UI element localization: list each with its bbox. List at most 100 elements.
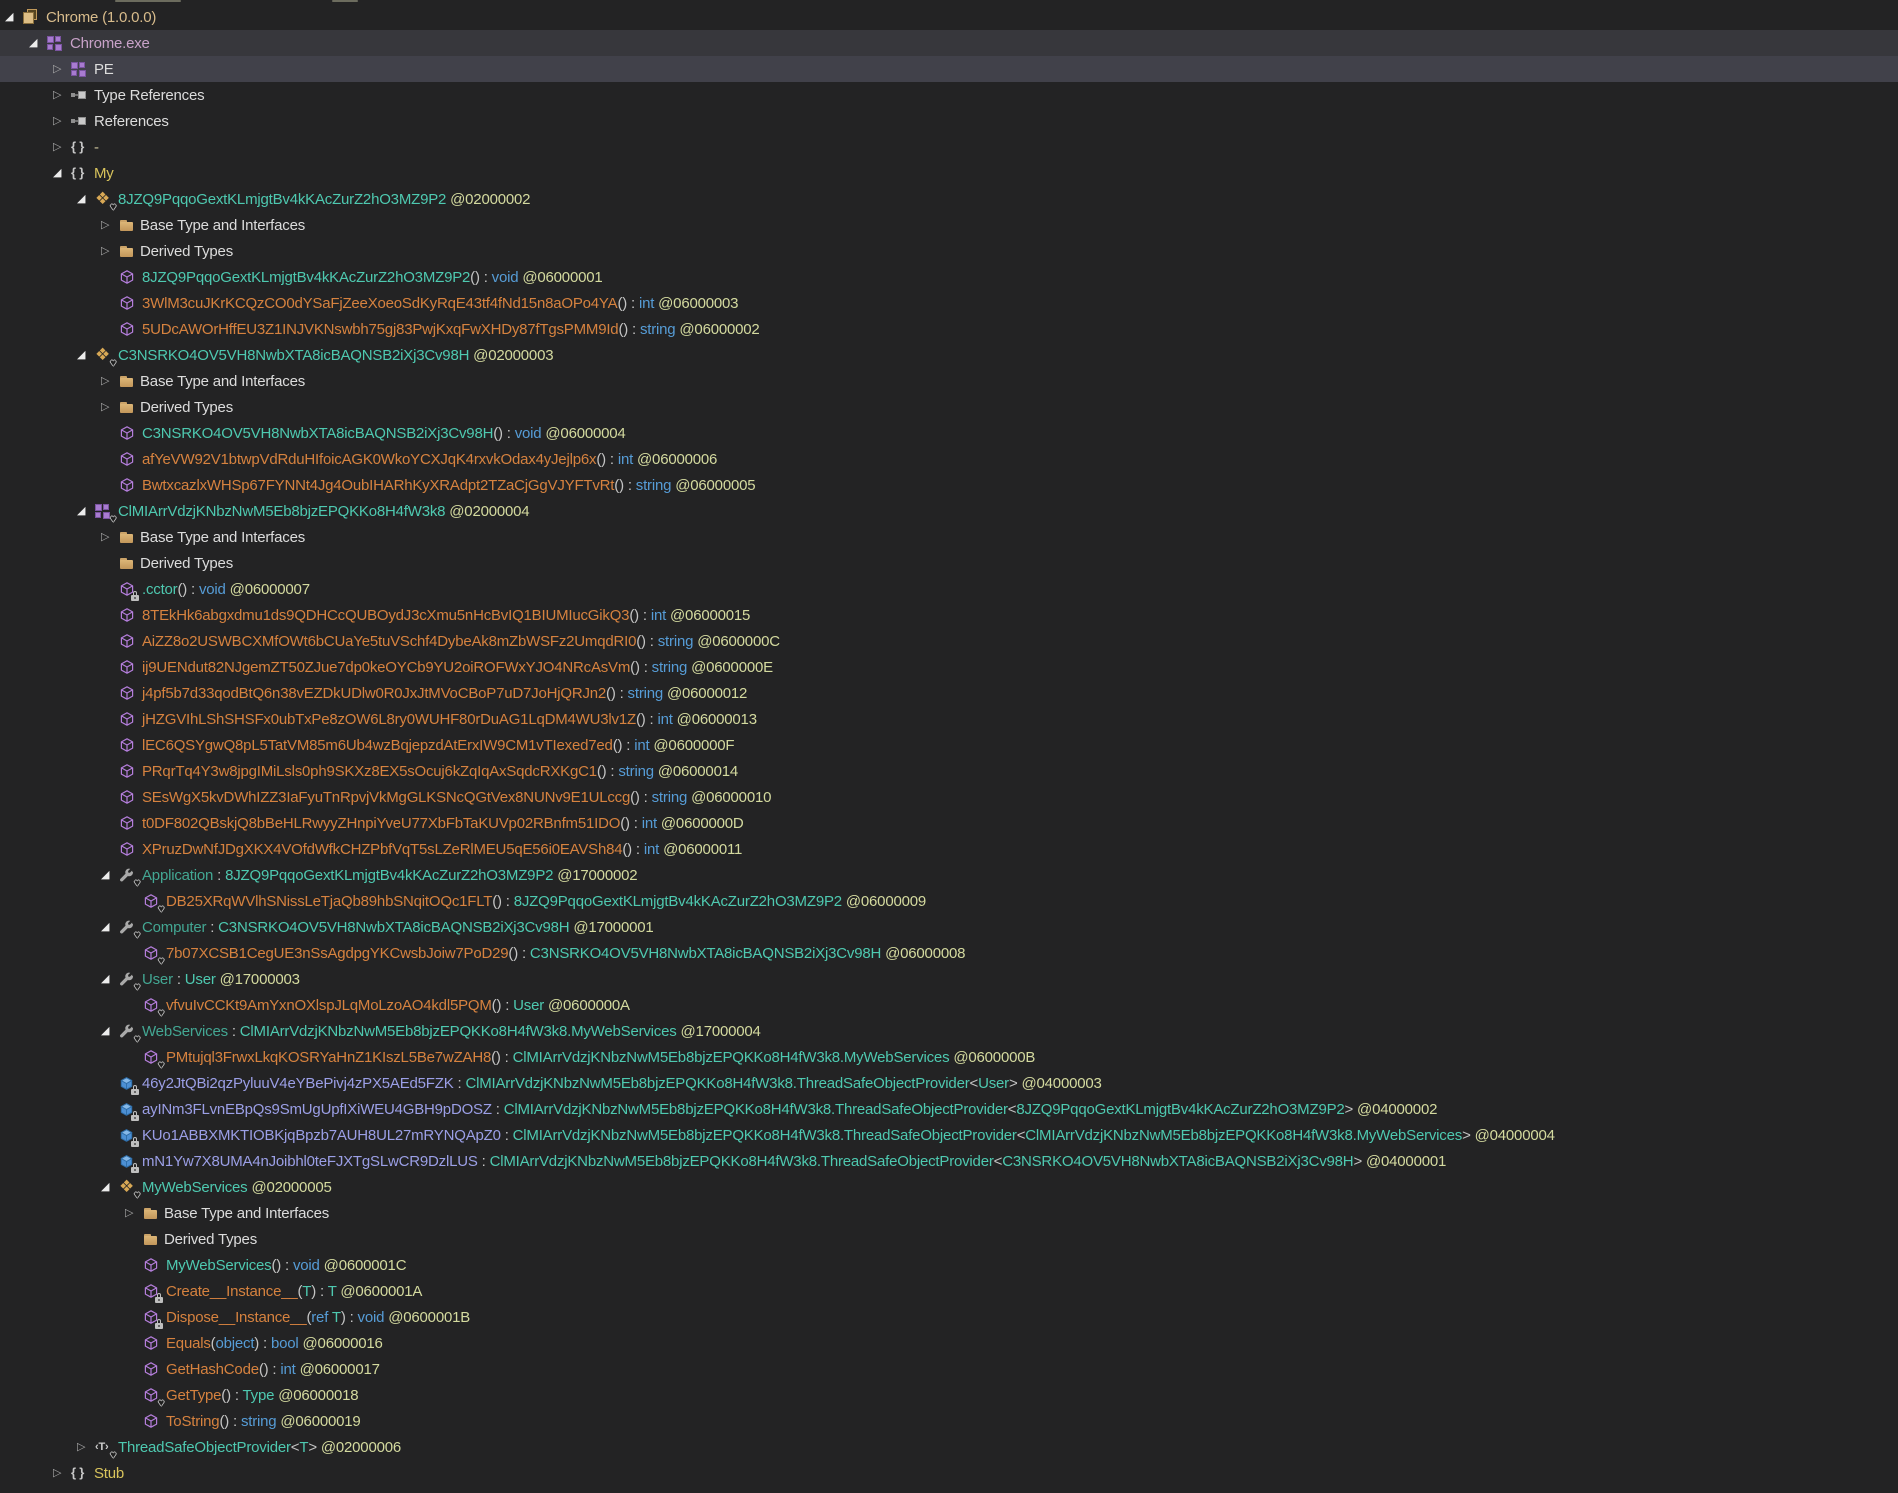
expander-closed-icon[interactable] [125, 1208, 143, 1219]
tree-item-method-getter-db25[interactable]: DB25XRqWVlhSNissLeTjaQb89hbSNqitOQc1FLT(… [0, 888, 1898, 914]
tree-item-method-sesw[interactable]: SEsWgX5kvDWhIZZ3IaFyuTnRpvjVkMgGLKSNcQGt… [0, 784, 1898, 810]
tree-item-method-aizz[interactable]: AiZZ8o2USWBCXMfOWt6bCUaYe5tuVSchf4DybeAk… [0, 628, 1898, 654]
row-label: Derived Types [140, 399, 233, 416]
method-icon [119, 841, 136, 857]
tree-item-field-mn1y[interactable]: mN1Yw7X8UMA4nJoibhl0teFJXTgSLwCR9DzlLUS … [0, 1148, 1898, 1174]
expander-closed-icon[interactable] [101, 246, 119, 257]
tree-item-method-getter-pmtu[interactable]: PMtujql3FrwxLkqKOSRYaHnZ1KIszL5Be7wZAH8(… [0, 1044, 1898, 1070]
tree-item-method-tostring[interactable]: ToString() : string @06000019 [0, 1408, 1898, 1434]
tree-item-references[interactable]: References [0, 108, 1898, 134]
tree-item-method-j4pf[interactable]: j4pf5b7d33qodBtQ6n38vEZDkUDlw0R0JxJtMVoC… [0, 680, 1898, 706]
row-label: Type References [94, 87, 204, 104]
tree-item-method-bwtx[interactable]: BwtxcazlxWHSp67FYNNt4Jg4OubIHARhKyXRAdpt… [0, 472, 1898, 498]
tree-item-method-afye[interactable]: afYeVW92V1btwpVdRduHIfoicAGK0WkoYCXJqK4r… [0, 446, 1898, 472]
tree-item-assembly-chrome[interactable]: Chrome (1.0.0.0) [0, 4, 1898, 30]
tree-item-namespace-empty[interactable]: - [0, 134, 1898, 160]
tree-item-method-ctor-mywebservices[interactable]: MyWebServices() : void @0600001C [0, 1252, 1898, 1278]
tree-item-method-3wlm3[interactable]: 3WlM3cuJKrKCQzCO0dYSaFjZeeXoeoSdKyRqE43t… [0, 290, 1898, 316]
assembly-explorer: Chrome (1.0.0.0) Chrome.exe PE Type Referen… [0, 0, 1898, 1493]
tree-item-method-create-instance[interactable]: Create__Instance__(T) : T @0600001A [0, 1278, 1898, 1304]
row-label: MyWebServices @02000005 [142, 1179, 332, 1196]
tree-item-method-prqr[interactable]: PRqrTq4Y3w8jpgIMiLsls0ph9SKXz8EX5sOcuj6k… [0, 758, 1898, 784]
expander-open-icon[interactable] [77, 350, 95, 361]
row-label: AiZZ8o2USWBCXMfOWt6bCUaYe5tuVSchf4DybeAk… [142, 633, 780, 650]
tree-item-method-ctor-c3nsrko4[interactable]: C3NSRKO4OV5VH8NwbXTA8icBAQNSB2iXj3Cv98H(… [0, 420, 1898, 446]
tree-item-method-lec6[interactable]: lEC6QSYgwQ8pL5TatVM85m6Ub4wzBqjepzdAtErx… [0, 732, 1898, 758]
tree-item-namespace-stub[interactable]: Stub [0, 1460, 1898, 1486]
tree-item-method-gethashcode[interactable]: GetHashCode() : int @06000017 [0, 1356, 1898, 1382]
expander-open-icon[interactable] [29, 38, 47, 49]
tree-item-base-types[interactable]: Base Type and Interfaces [0, 1200, 1898, 1226]
tree-item-method-5udc[interactable]: 5UDcAWOrHffEU3Z1INJVKNswbh75gj83PwjKxqFw… [0, 316, 1898, 342]
tree-item-method-jhzg[interactable]: jHZGVIhLShSHSFx0ubTxPe8zOW6L8ry0WUHF80rD… [0, 706, 1898, 732]
expander-closed-icon[interactable] [53, 90, 71, 101]
field-icon [119, 1153, 136, 1169]
tree-item-method-xpruz[interactable]: XPruzDwNfJDgXKX4VOfdWfkCHZPbfVqT5sLZeRlM… [0, 836, 1898, 862]
tree-item-type-references[interactable]: Type References [0, 82, 1898, 108]
row-label: Chrome.exe [70, 35, 150, 52]
expander-closed-icon[interactable] [53, 142, 71, 153]
tree-item-class-mywebservices[interactable]: MyWebServices @02000005 [0, 1174, 1898, 1200]
field-icon [119, 1127, 136, 1143]
property-icon [119, 1023, 136, 1039]
tree-item-property-webservices[interactable]: WebServices : ClMIArrVdzjKNbzNwM5Eb8bjzE… [0, 1018, 1898, 1044]
expander-open-icon[interactable] [101, 922, 119, 933]
class-icon [95, 347, 112, 363]
tree-item-field-46y2[interactable]: 46y2JtQBi2qzPyluuV4eYBePivj4zPX5AEd5FZK … [0, 1070, 1898, 1096]
tree-item-derived-types[interactable]: Derived Types [0, 550, 1898, 576]
tree-item-class-c3nsrko4[interactable]: C3NSRKO4OV5VH8NwbXTA8icBAQNSB2iXj3Cv98H … [0, 342, 1898, 368]
row-label: afYeVW92V1btwpVdRduHIfoicAGK0WkoYCXJqK4r… [142, 451, 717, 468]
expander-closed-icon[interactable] [101, 402, 119, 413]
expander-closed-icon[interactable] [101, 532, 119, 543]
tree-item-class-threadsafeobjectprovider[interactable]: ThreadSafeObjectProvider<T> @02000006 [0, 1434, 1898, 1460]
expander-closed-icon[interactable] [77, 1442, 95, 1453]
expander-closed-icon[interactable] [53, 64, 71, 75]
tree-item-field-ayinm3[interactable]: ayINm3FLvnEBpQs9SmUgUpfIXiWEU4GBH9pDOSZ … [0, 1096, 1898, 1122]
tree-item-method-ctor-8jzq9[interactable]: 8JZQ9PqqoGextKLmjgtBv4kKAcZurZ2hO3MZ9P2(… [0, 264, 1898, 290]
tree-item-field-kuo1[interactable]: KUo1ABBXMKTIOBKjqBpzb7AUH8UL27mRYNQApZ0 … [0, 1122, 1898, 1148]
expander-open-icon[interactable] [101, 974, 119, 985]
expander-open-icon[interactable] [77, 506, 95, 517]
heart-overlay-icon [134, 983, 140, 992]
expander-open-icon[interactable] [101, 1182, 119, 1193]
heart-overlay-icon [110, 203, 116, 212]
tree-item-method-t0df[interactable]: t0DF802QBskjQ8bBeHLRwyyZHnpiYveU77XbFbTa… [0, 810, 1898, 836]
tree-item-property-application[interactable]: Application : 8JZQ9PqqoGextKLmjgtBv4kKAc… [0, 862, 1898, 888]
heart-overlay-icon [158, 957, 164, 966]
tree-item-derived-types[interactable]: Derived Types [0, 394, 1898, 420]
tree-item-namespace-my[interactable]: My [0, 160, 1898, 186]
tree-item-method-gettype[interactable]: GetType() : Type @06000018 [0, 1382, 1898, 1408]
tree-item-derived-types[interactable]: Derived Types [0, 1226, 1898, 1252]
tree-item-derived-types[interactable]: Derived Types [0, 238, 1898, 264]
expander-open-icon[interactable] [5, 12, 23, 23]
expander-closed-icon[interactable] [53, 1468, 71, 1479]
tree-item-base-types[interactable]: Base Type and Interfaces [0, 212, 1898, 238]
expander-open-icon[interactable] [101, 870, 119, 881]
heart-overlay-icon [158, 1009, 164, 1018]
tree-item-module-chrome-exe[interactable]: Chrome.exe [0, 30, 1898, 56]
expander-closed-icon[interactable] [101, 220, 119, 231]
row-label: Stub [94, 1465, 124, 1482]
tree-item-method-dispose-instance[interactable]: Dispose__Instance__(ref T) : void @06000… [0, 1304, 1898, 1330]
tree-item-property-user[interactable]: User : User @17000003 [0, 966, 1898, 992]
row-label: WebServices : ClMIArrVdzjKNbzNwM5Eb8bjzE… [142, 1023, 761, 1040]
expander-closed-icon[interactable] [101, 376, 119, 387]
tree-item-method-equals[interactable]: Equals(object) : bool @06000016 [0, 1330, 1898, 1356]
expander-open-icon[interactable] [77, 194, 95, 205]
tree-item-base-types[interactable]: Base Type and Interfaces [0, 368, 1898, 394]
tree-item-method-ij9u[interactable]: ij9UENdut82NJgemZT50ZJue7dp0keOYCb9YU2oi… [0, 654, 1898, 680]
tree-item-base-types[interactable]: Base Type and Interfaces [0, 524, 1898, 550]
tree-item-class-clmia[interactable]: ClMIArrVdzjKNbzNwM5Eb8bjzEPQKKo8H4fW3k8 … [0, 498, 1898, 524]
tree-item-class-8jzq9[interactable]: 8JZQ9PqqoGextKLmjgtBv4kKAcZurZ2hO3MZ9P2 … [0, 186, 1898, 212]
tree-item-method-getter-vfvu[interactable]: vfvuIvCCKt9AmYxnOXlspJLqMoLzoAO4kdl5PQM(… [0, 992, 1898, 1018]
tree-item-method-8tek[interactable]: 8TEkHk6abgxdmu1ds9QDHCcQUBOydJ3cXmu5nHcB… [0, 602, 1898, 628]
expander-open-icon[interactable] [53, 168, 71, 179]
row-label: ToString() : string @06000019 [166, 1413, 361, 1430]
tree-item-property-computer[interactable]: Computer : C3NSRKO4OV5VH8NwbXTA8icBAQNSB… [0, 914, 1898, 940]
tree-item-method-getter-7b07[interactable]: 7b07XCSB1CegUE3nSsAgdpgYKCwsbJoiw7PoD29(… [0, 940, 1898, 966]
tree-item-pe[interactable]: PE [0, 56, 1898, 82]
expander-closed-icon[interactable] [53, 116, 71, 127]
expander-open-icon[interactable] [101, 1026, 119, 1037]
folder-icon [119, 374, 134, 388]
tree-item-method-cctor[interactable]: .cctor() : void @06000007 [0, 576, 1898, 602]
